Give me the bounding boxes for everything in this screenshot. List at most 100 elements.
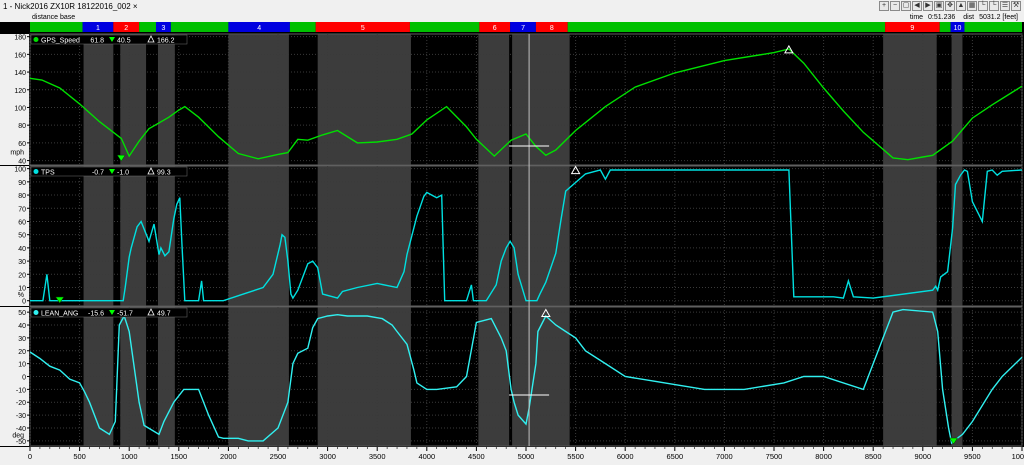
sector-label: 9 bbox=[910, 25, 914, 32]
corner-shade bbox=[120, 166, 147, 306]
dist-value: 5031.2 [feet] bbox=[979, 14, 1018, 21]
corner-shade bbox=[157, 34, 175, 165]
chart-panel-lean-ang: -50-40-30-20-1001020304050degLEAN_ANG -15… bbox=[0, 306, 1023, 447]
sector-label: 6 bbox=[493, 25, 497, 32]
x-tick-label: 500 bbox=[73, 452, 86, 461]
x-tick-label: 4500 bbox=[468, 452, 485, 461]
legend: TPS -0.7 -1.0 99.3 bbox=[30, 166, 188, 177]
corner-shade bbox=[157, 307, 175, 446]
y-tick-label: 180 bbox=[14, 35, 26, 42]
marker-icon[interactable]: ▲ bbox=[956, 1, 966, 11]
sector-segment bbox=[30, 22, 83, 32]
y-axis-unit: deg bbox=[12, 432, 24, 439]
settings-icon[interactable]: ⚒ bbox=[1011, 1, 1021, 11]
x-tick-label: 4000 bbox=[418, 452, 435, 461]
zoom-fit-icon[interactable]: ▢ bbox=[901, 1, 911, 11]
arrow-left-icon[interactable]: ◀ bbox=[912, 1, 922, 11]
corner-shade bbox=[83, 34, 114, 165]
list-icon[interactable]: ☰ bbox=[1000, 1, 1010, 11]
x-tick-label: 8500 bbox=[865, 452, 882, 461]
x-tick-label: 8000 bbox=[815, 452, 832, 461]
sector-label: 8 bbox=[550, 25, 554, 32]
y-axis-unit: % bbox=[18, 292, 24, 299]
x-tick-label: 6000 bbox=[617, 452, 634, 461]
y-tick-label: 70 bbox=[18, 206, 26, 213]
sector-label: 2 bbox=[124, 25, 128, 32]
sector-segment bbox=[289, 22, 316, 32]
y-tick-label: -30 bbox=[16, 413, 26, 420]
sector-label: 10 bbox=[954, 25, 962, 32]
legend-min: 40.5 bbox=[117, 38, 131, 45]
x-tick-label: 7500 bbox=[766, 452, 783, 461]
x-tick-label: 3500 bbox=[369, 452, 386, 461]
arrow-right-icon[interactable]: ▶ bbox=[923, 1, 933, 11]
corner-shade bbox=[951, 34, 963, 165]
time-label: time bbox=[909, 14, 924, 21]
telemetry-chart[interactable]: 1 2 3 4 5 6 7 8 9 10406080100120140160180mphGPS_S… bbox=[0, 22, 1024, 465]
legend: GPS_Speed 61.8 40.5 166.2 bbox=[30, 34, 188, 45]
x-tick-label: 6500 bbox=[666, 452, 683, 461]
corner-shade bbox=[883, 34, 937, 165]
y-tick-label: 120 bbox=[14, 88, 26, 95]
zoom-out-icon[interactable]: − bbox=[890, 1, 900, 11]
axis-mode-label: distance base bbox=[32, 14, 76, 21]
y-tick-label: 140 bbox=[14, 70, 26, 77]
sector-label: 3 bbox=[161, 25, 165, 32]
x-tick-label: 5000 bbox=[518, 452, 535, 461]
pan-icon[interactable]: ✥ bbox=[945, 1, 955, 11]
x-tick-label: 7000 bbox=[716, 452, 733, 461]
corner-shade bbox=[883, 166, 937, 306]
corner-shade bbox=[228, 166, 289, 306]
y-tick-label: 0 bbox=[22, 375, 26, 382]
corner-shade bbox=[83, 166, 114, 306]
time-value: 0:51.236 bbox=[928, 14, 956, 21]
corner-shade bbox=[228, 34, 289, 165]
y-tick-label: 90 bbox=[18, 180, 26, 187]
y-tick-label: 20 bbox=[18, 272, 26, 279]
y-tick-label: 60 bbox=[18, 219, 26, 226]
chart-panel-tps: 0102030405060708090100%TPS -0.7 -1.0 99.3 bbox=[0, 165, 1023, 307]
sector-segment bbox=[409, 22, 480, 32]
dist-label: dist bbox=[963, 14, 975, 21]
sector-label: 7 bbox=[521, 25, 525, 32]
legend-swatch bbox=[33, 310, 39, 315]
zoom-in-icon[interactable]: + bbox=[879, 1, 889, 11]
legend-name: TPS bbox=[41, 170, 55, 177]
y-tick-label: 100 bbox=[14, 167, 26, 174]
sector-segment bbox=[567, 22, 886, 32]
legend-swatch bbox=[33, 169, 39, 174]
y-tick-label: 40 bbox=[18, 246, 26, 253]
y-tick-label: 0 bbox=[22, 299, 26, 306]
y-tick-label: -20 bbox=[16, 400, 26, 407]
legend-name: GPS_Speed bbox=[41, 38, 80, 45]
legend-value: 61.8 bbox=[90, 38, 104, 45]
window-title: 1 - Nick2016 ZX10R 18122016_002 × bbox=[3, 2, 138, 11]
corner-shade bbox=[951, 166, 963, 306]
y-tick-label: 10 bbox=[18, 362, 26, 369]
y-tick-label: -50 bbox=[16, 439, 26, 446]
sector-segment bbox=[170, 22, 229, 32]
sector-label: 1 bbox=[96, 25, 100, 32]
zoom-region-icon[interactable]: ▣ bbox=[934, 1, 944, 11]
x-tick-label: 2500 bbox=[270, 452, 287, 461]
y-tick-label: 50 bbox=[18, 310, 26, 317]
x-tick-label: 10000 bbox=[1012, 452, 1024, 461]
overlay-icon[interactable]: ▦ bbox=[967, 1, 977, 11]
sector-segment bbox=[139, 22, 156, 32]
legend-name: LEAN_ANG bbox=[41, 311, 78, 318]
sector-segment bbox=[964, 22, 1022, 32]
y-tick-label: 40 bbox=[18, 323, 26, 330]
y-tick-label: 30 bbox=[18, 336, 26, 343]
y-tick-label: -10 bbox=[16, 387, 26, 394]
legend-min: -51.7 bbox=[117, 311, 133, 318]
axis-split-icon[interactable]: └ bbox=[989, 1, 999, 11]
legend: LEAN_ANG -15.6 -51.7 49.7 bbox=[30, 307, 188, 318]
y-tick-label: 80 bbox=[18, 193, 26, 200]
axis-icon[interactable]: └ bbox=[978, 1, 988, 11]
sector-label: 4 bbox=[257, 25, 261, 32]
legend-max: 99.3 bbox=[157, 170, 171, 177]
legend-max: 49.7 bbox=[157, 311, 171, 318]
info-bar: distance base time 0:51.236 dist 5031.2 … bbox=[0, 13, 1024, 22]
y-tick-label: 100 bbox=[14, 105, 26, 112]
y-tick-label: 80 bbox=[18, 123, 26, 130]
